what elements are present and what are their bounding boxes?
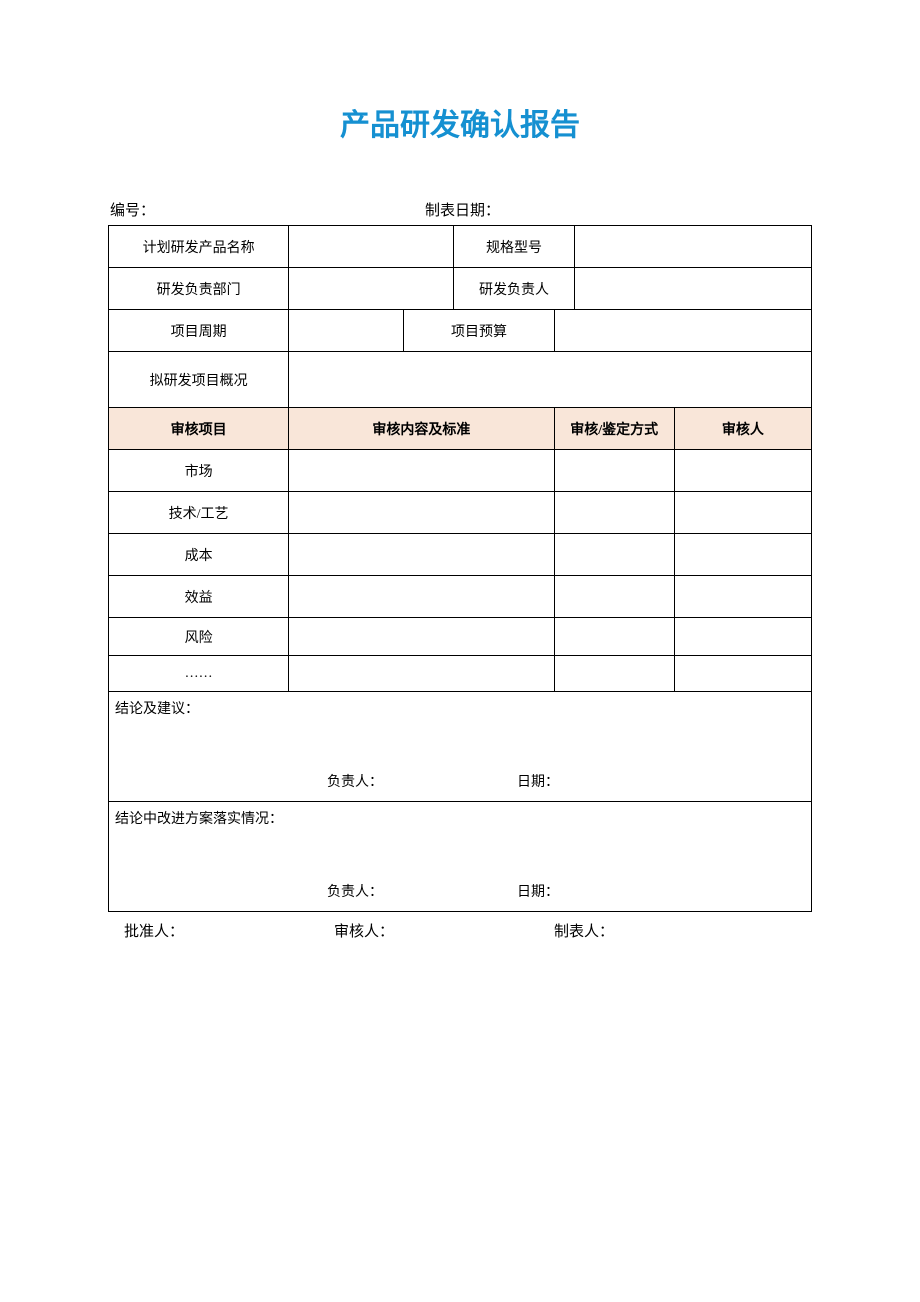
header-meta: 编号： 制表日期： [108, 199, 812, 220]
review-item-tech: 技术/工艺 [109, 492, 289, 534]
review-content-market [289, 450, 554, 492]
approver-label: 批准人： [124, 920, 334, 941]
label-overview: 拟研发项目概况 [109, 352, 289, 408]
review-content-cost [289, 534, 554, 576]
review-reviewer-more [674, 656, 811, 692]
review-content-tech [289, 492, 554, 534]
label-person: 研发负责人 [454, 268, 574, 310]
value-person [574, 268, 811, 310]
improvement-row: 结论中改进方案落实情况： 负责人： 日期： [109, 802, 812, 912]
value-overview [289, 352, 812, 408]
improvement-label: 结论中改进方案落实情况： [115, 808, 805, 828]
footer-signatures: 批准人： 审核人： 制表人： [108, 920, 812, 941]
main-table: 计划研发产品名称 规格型号 研发负责部门 研发负责人 项目周期 项目预算 拟研发… [108, 225, 812, 912]
conclusion-row: 结论及建议： 负责人： 日期： [109, 692, 812, 802]
conclusion-label: 结论及建议： [115, 698, 805, 718]
review-reviewer-cost [674, 534, 811, 576]
col-header-reviewer: 审核人 [674, 408, 811, 450]
review-reviewer-tech [674, 492, 811, 534]
review-method-more [554, 656, 674, 692]
info-row-3: 项目周期 项目预算 [109, 310, 812, 352]
review-method-market [554, 450, 674, 492]
document-title: 产品研发确认报告 [108, 100, 812, 144]
value-spec [574, 226, 811, 268]
improvement-date-label: 日期： [517, 881, 811, 901]
review-content-risk [289, 618, 554, 656]
value-department [289, 268, 454, 310]
conclusion-date-label: 日期： [517, 771, 811, 791]
review-header-row: 审核项目 审核内容及标准 审核/鉴定方式 审核人 [109, 408, 812, 450]
label-period: 项目周期 [109, 310, 289, 352]
col-header-method: 审核/鉴定方式 [554, 408, 674, 450]
review-row-benefit: 效益 [109, 576, 812, 618]
col-header-item: 审核项目 [109, 408, 289, 450]
label-product-name: 计划研发产品名称 [109, 226, 289, 268]
review-reviewer-risk [674, 618, 811, 656]
info-row-1: 计划研发产品名称 规格型号 [109, 226, 812, 268]
preparer-label: 制表人： [554, 920, 796, 941]
review-method-cost [554, 534, 674, 576]
doc-number-label: 编号： [110, 199, 425, 220]
review-content-more [289, 656, 554, 692]
conclusion-person-label: 负责人： [327, 771, 517, 791]
reviewer-label: 审核人： [334, 920, 554, 941]
review-method-tech [554, 492, 674, 534]
review-row-cost: 成本 [109, 534, 812, 576]
review-item-risk: 风险 [109, 618, 289, 656]
review-row-risk: 风险 [109, 618, 812, 656]
review-item-more: …… [109, 656, 289, 692]
review-row-tech: 技术/工艺 [109, 492, 812, 534]
label-department: 研发负责部门 [109, 268, 289, 310]
review-reviewer-market [674, 450, 811, 492]
review-item-cost: 成本 [109, 534, 289, 576]
review-content-benefit [289, 576, 554, 618]
review-method-benefit [554, 576, 674, 618]
col-header-content: 审核内容及标准 [289, 408, 554, 450]
improvement-person-label: 负责人： [327, 881, 517, 901]
value-budget [554, 310, 811, 352]
info-row-2: 研发负责部门 研发负责人 [109, 268, 812, 310]
value-period [289, 310, 404, 352]
conclusion-cell: 结论及建议： 负责人： 日期： [109, 692, 812, 802]
improvement-cell: 结论中改进方案落实情况： 负责人： 日期： [109, 802, 812, 912]
review-item-benefit: 效益 [109, 576, 289, 618]
review-reviewer-benefit [674, 576, 811, 618]
value-product-name [289, 226, 454, 268]
review-method-risk [554, 618, 674, 656]
label-budget: 项目预算 [404, 310, 554, 352]
date-label: 制表日期： [425, 199, 810, 220]
label-spec: 规格型号 [454, 226, 574, 268]
review-item-market: 市场 [109, 450, 289, 492]
info-row-4: 拟研发项目概况 [109, 352, 812, 408]
review-row-market: 市场 [109, 450, 812, 492]
review-row-more: …… [109, 656, 812, 692]
